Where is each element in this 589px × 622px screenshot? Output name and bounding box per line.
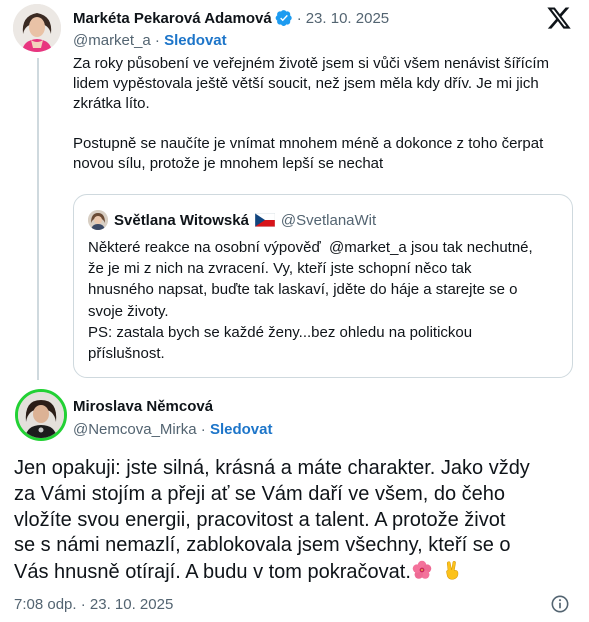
quoted-header: Světlana Witowská @SvetlanaWit xyxy=(114,209,376,231)
info-icon[interactable] xyxy=(550,594,570,614)
tweet-paragraph: Postupně se naučíte je vnímat mnohem mén… xyxy=(73,135,544,172)
hibiscus-emoji-icon xyxy=(412,560,432,579)
quoted-line: příslušnost. xyxy=(88,345,165,363)
quoted-tweet-body: Některé reakce na osobní výpověď @market… xyxy=(88,237,564,364)
czech-flag-icon xyxy=(254,213,275,227)
quoted-line: svoje životy. xyxy=(88,302,169,320)
quoted-author-handle: @SvetlanaWit xyxy=(280,211,377,229)
victory-hand-emoji-icon xyxy=(446,561,459,580)
tweet-handle-row: @market_a · Sledovat xyxy=(73,30,227,50)
reply-header: Miroslava Němcová xyxy=(73,395,213,417)
reply-author-handle[interactable]: @Nemcova_Mirka xyxy=(73,421,197,438)
tweet-date[interactable]: 23. 10. 2025 xyxy=(306,10,389,27)
quoted-author-name: Světlana Witowská xyxy=(114,211,249,229)
quoted-avatar xyxy=(88,210,108,230)
quoted-line: že je mi z nich na zvracení. Vy, kteří j… xyxy=(88,260,472,278)
handle-separator: · xyxy=(196,420,210,438)
quoted-line: Některé reakce na osobní výpověď @market… xyxy=(88,239,533,256)
author-name[interactable]: Markéta Pekarová Adamová xyxy=(73,10,272,27)
handle-separator: · xyxy=(150,31,165,49)
quoted-line: PS: zastala bych se každé ženy...bez ohl… xyxy=(88,323,473,341)
reply-author-name[interactable]: Miroslava Němcová xyxy=(73,398,213,415)
x-logo-icon[interactable] xyxy=(546,5,572,31)
author-handle[interactable]: @market_a xyxy=(73,32,151,49)
follow-button[interactable]: Sledovat xyxy=(164,32,227,49)
reply-line: Jen opakuji: jste silná, krásná a máte c… xyxy=(14,457,530,479)
thread-connector-line xyxy=(37,58,39,380)
separator-dot: · xyxy=(296,9,302,27)
reply-line: za Vámi stojím a přeji ať se Vám daří ve… xyxy=(14,482,506,505)
reply-follow-button[interactable]: Sledovat xyxy=(210,421,273,438)
reply-timestamp[interactable]: 7:08 odp. · 23. 10. 2025 xyxy=(14,596,173,613)
tweet-body: Za roky působení ve veřejném životě jsem… xyxy=(73,54,573,174)
quoted-tweet-card[interactable]: Světlana Witowská @SvetlanaWit Některé r… xyxy=(73,194,573,378)
verified-badge-icon xyxy=(275,10,292,27)
reply-avatar[interactable] xyxy=(15,389,67,441)
tweet-paragraph: Za roky působení ve veřejném životě jsem… xyxy=(73,55,550,112)
avatar[interactable] xyxy=(13,4,61,52)
reply-line: vložíte svou energii, pracovitost a tale… xyxy=(14,508,506,531)
reply-last-line: Vás hnusně otírají. A budu v tom pokračo… xyxy=(14,559,579,586)
reply-line: se s námi nemazlí, zablokovala jsem všec… xyxy=(14,534,511,557)
reply-body: Jen opakuji: jste silná, krásná a máte c… xyxy=(14,456,579,586)
reply-line: Vás hnusně otírají. A budu v tom pokračo… xyxy=(14,561,411,584)
quoted-line: hnusného napsat, buďte tak laskaví, jdět… xyxy=(88,281,518,299)
reply-handle-row: @Nemcova_Mirka · Sledovat xyxy=(73,419,272,439)
tweet-header: Markéta Pekarová Adamová · 23. 10. 2025 xyxy=(73,7,389,29)
